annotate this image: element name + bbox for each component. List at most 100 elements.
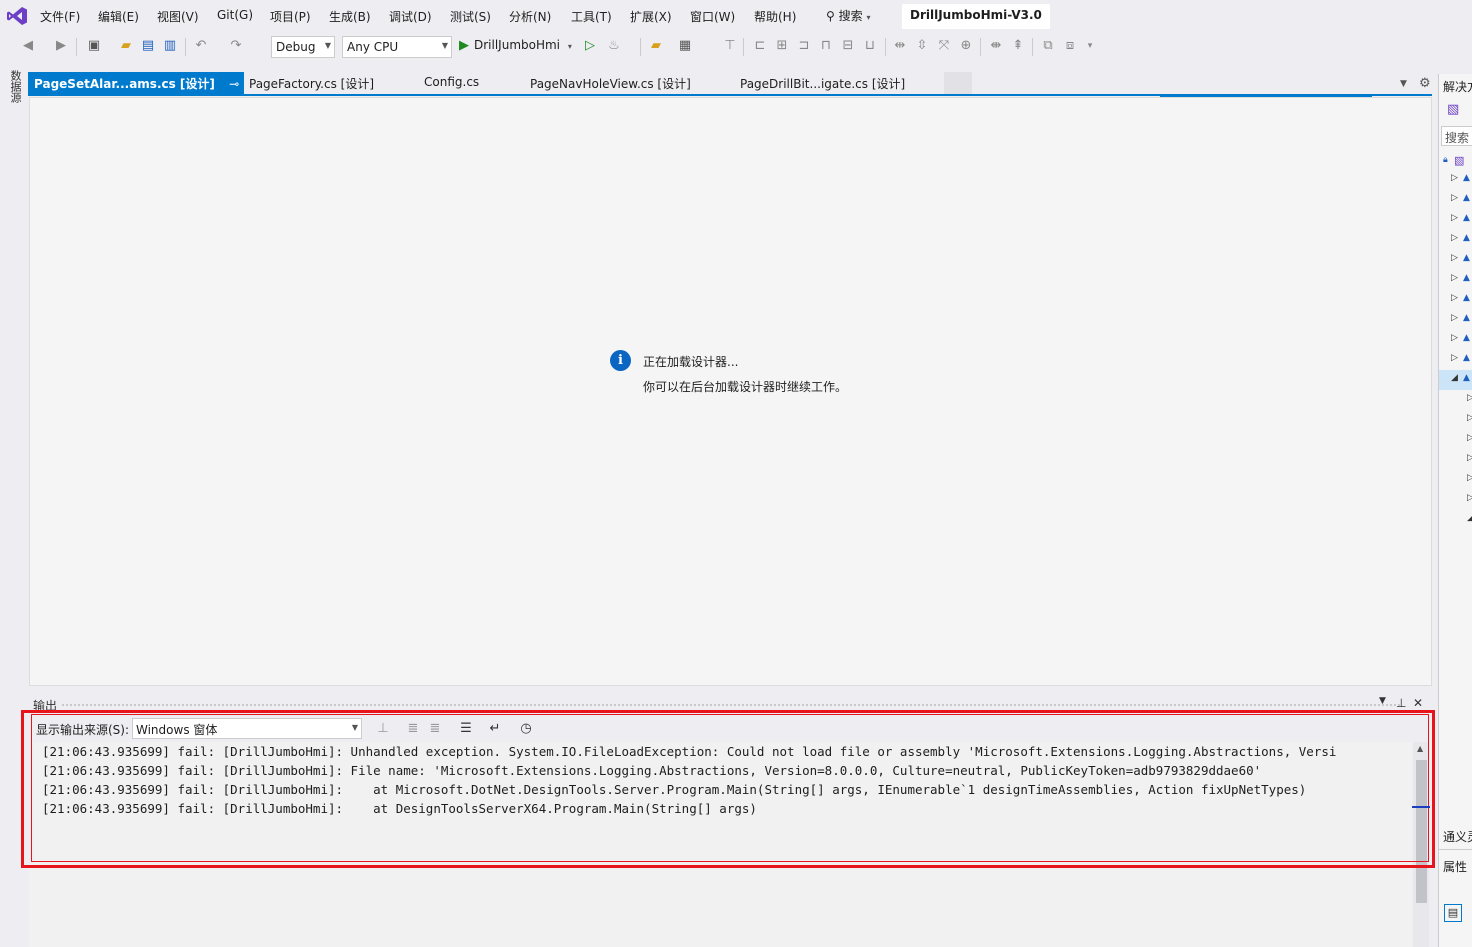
tree-item[interactable]: ▷ ▲ bbox=[1439, 210, 1472, 230]
save-icon[interactable]: ▤ bbox=[140, 38, 156, 54]
horizontal-spacing-icon[interactable]: ⇼ bbox=[988, 38, 1004, 54]
bring-to-front-icon[interactable]: ⧉ bbox=[1040, 38, 1056, 54]
tree-item-child[interactable]: ▷ bbox=[1439, 450, 1472, 470]
menu-window[interactable]: 窗口(W) bbox=[690, 8, 735, 25]
make-same-height-icon[interactable]: ⇳ bbox=[914, 38, 930, 54]
scrollbar-thumb[interactable] bbox=[1416, 760, 1427, 903]
output-source-select[interactable]: Windows 窗体 ▼ bbox=[132, 718, 362, 739]
align-center-icon[interactable]: ⊞ bbox=[774, 38, 790, 54]
platform-select[interactable]: Any CPU ▼ bbox=[342, 36, 452, 58]
tree-item-child[interactable]: ▷ bbox=[1439, 430, 1472, 450]
menu-file[interactable]: 文件(F) bbox=[40, 8, 80, 25]
expand-icon[interactable]: ▷ bbox=[1451, 293, 1458, 303]
tree-item[interactable]: ▷ ▲ bbox=[1439, 270, 1472, 290]
expand-icon[interactable]: ▷ bbox=[1451, 233, 1458, 243]
tab-list-dropdown-icon[interactable]: ▼ bbox=[1400, 79, 1407, 89]
visual-studio-logo-icon[interactable] bbox=[6, 5, 28, 27]
undo-icon[interactable]: ↶ bbox=[193, 38, 209, 54]
align-right-icon[interactable]: ⊐ bbox=[796, 38, 812, 54]
tree-item-child[interactable]: ▷ bbox=[1439, 490, 1472, 510]
tree-item[interactable]: ▷ ▲ bbox=[1439, 230, 1472, 250]
make-same-width-icon[interactable]: ⇹ bbox=[892, 38, 908, 54]
vertical-spacing-icon[interactable]: ⇞ bbox=[1010, 38, 1026, 54]
expand-icon[interactable]: ▷ bbox=[1451, 353, 1458, 363]
menu-analyze[interactable]: 分析(N) bbox=[509, 8, 551, 25]
save-all-icon[interactable]: ▥ bbox=[162, 38, 178, 54]
tree-item[interactable]: ▷ ▲ bbox=[1439, 330, 1472, 350]
clear-all-icon[interactable]: ☰ bbox=[458, 721, 474, 737]
align-top-icon[interactable]: ⊓ bbox=[818, 38, 834, 54]
menu-project[interactable]: 项目(P) bbox=[270, 8, 311, 25]
output-text-area[interactable]: [21:06:43.935699] fail: [DrillJumboHmi]:… bbox=[34, 742, 1412, 946]
tree-item[interactable]: ▷ ▲ bbox=[1439, 290, 1472, 310]
tree-item[interactable]: ▷ ▲ bbox=[1439, 190, 1472, 210]
output-vertical-scrollbar[interactable]: ▲ bbox=[1413, 742, 1429, 947]
menu-build[interactable]: 生成(B) bbox=[329, 8, 371, 25]
collapse-icon[interactable]: ◢ bbox=[1451, 373, 1458, 383]
toolbar-overflow-icon[interactable]: ▾ bbox=[1082, 38, 1098, 54]
next-message-icon[interactable]: ≣ bbox=[427, 721, 443, 737]
close-icon[interactable]: ✕ bbox=[1413, 696, 1423, 710]
tree-item[interactable]: ▷ ▲ bbox=[1439, 350, 1472, 370]
tree-item[interactable]: ▷ ▲ bbox=[1439, 170, 1472, 190]
align-middle-icon[interactable]: ⊟ bbox=[840, 38, 856, 54]
collapse-icon[interactable]: ◢ bbox=[1467, 513, 1472, 523]
expand-icon[interactable]: ▷ bbox=[1451, 273, 1458, 283]
folder-browse-icon[interactable]: ▰ bbox=[648, 38, 664, 54]
menu-extensions[interactable]: 扩展(X) bbox=[630, 8, 672, 25]
tab-pagedrillbitigate-designer[interactable]: PageDrillBit...igate.cs [设计] bbox=[734, 72, 911, 94]
pin-icon[interactable]: ⊸ bbox=[229, 77, 239, 91]
data-sources-tab[interactable]: 数据源 bbox=[7, 70, 23, 103]
tab-pagefactory-designer[interactable]: PageFactory.cs [设计] bbox=[243, 72, 380, 94]
tree-item[interactable]: ▷ ▲ bbox=[1439, 310, 1472, 330]
layout-icon[interactable]: ▦ bbox=[677, 38, 693, 54]
redo-icon[interactable]: ↷ bbox=[228, 38, 244, 54]
tree-item-child[interactable]: ▷ bbox=[1439, 410, 1472, 430]
expand-icon[interactable]: ▷ bbox=[1451, 313, 1458, 323]
tree-item[interactable]: ▷ ▲ bbox=[1439, 250, 1472, 270]
menu-test[interactable]: 测试(S) bbox=[450, 8, 491, 25]
drag-handle[interactable] bbox=[61, 703, 1401, 707]
configuration-select[interactable]: Debug ▼ bbox=[271, 36, 335, 58]
start-debugging-button[interactable]: ▶ DrillJumboHmi ▾ bbox=[459, 38, 572, 53]
expand-icon[interactable]: ▷ bbox=[1451, 213, 1458, 223]
back-icon[interactable]: ◀ bbox=[20, 38, 36, 54]
menu-git[interactable]: Git(G) bbox=[217, 8, 253, 22]
clock-icon[interactable]: ◷ bbox=[518, 721, 534, 737]
search-menu[interactable]: ⚲ 搜索 ▾ bbox=[826, 7, 870, 24]
expand-icon[interactable]: ▷ bbox=[1451, 193, 1458, 203]
expand-icon[interactable]: ▷ bbox=[1467, 393, 1472, 403]
tree-item-selected[interactable]: ◢ ▲ bbox=[1439, 370, 1472, 390]
expand-icon[interactable]: ▷ bbox=[1467, 413, 1472, 423]
align-left-icon[interactable]: ⊏ bbox=[752, 38, 768, 54]
expand-icon[interactable]: ▷ bbox=[1467, 433, 1472, 443]
open-folder-icon[interactable]: ▰ bbox=[118, 38, 134, 54]
tongyi-tab[interactable]: 通义灵 bbox=[1443, 828, 1472, 845]
menu-view[interactable]: 视图(V) bbox=[157, 8, 199, 25]
hot-reload-icon[interactable]: ♨ bbox=[606, 38, 622, 54]
tab-pagenavholeview-designer[interactable]: PageNavHoleView.cs [设计] bbox=[524, 72, 697, 94]
menu-debug[interactable]: 调试(D) bbox=[389, 8, 432, 25]
expand-icon[interactable]: ▷ bbox=[1467, 473, 1472, 483]
expand-icon[interactable]: ▷ bbox=[1451, 253, 1458, 263]
gear-icon[interactable]: ⚙ bbox=[1419, 76, 1431, 91]
expand-icon[interactable]: ▷ bbox=[1467, 493, 1472, 503]
menu-help[interactable]: 帮助(H) bbox=[754, 8, 796, 25]
tab-config[interactable]: Config.cs bbox=[418, 72, 485, 94]
previous-message-icon[interactable]: ≣ bbox=[405, 721, 421, 737]
size-to-grid-icon[interactable]: ⊕ bbox=[958, 38, 974, 54]
categorized-view-icon[interactable]: ▤ bbox=[1444, 904, 1462, 922]
pin-icon[interactable]: ⊥ bbox=[1396, 696, 1406, 710]
switch-views-icon[interactable]: ▧ bbox=[1447, 102, 1459, 117]
find-message-icon[interactable]: ⊥ bbox=[375, 721, 391, 737]
toggle-word-wrap-icon[interactable]: ↵ bbox=[487, 721, 503, 737]
tree-item-child[interactable]: ◢ bbox=[1439, 510, 1472, 530]
new-project-icon[interactable]: ▣ bbox=[86, 38, 102, 54]
solution-search-input[interactable]: 搜索 bbox=[1441, 126, 1472, 146]
tree-item-child[interactable]: ▷ bbox=[1439, 470, 1472, 490]
align-bottom-icon[interactable]: ⊔ bbox=[862, 38, 878, 54]
tree-item-child[interactable]: ▷ bbox=[1439, 390, 1472, 410]
start-without-debugging-icon[interactable]: ▷ bbox=[582, 38, 598, 54]
expand-icon[interactable]: ▷ bbox=[1451, 333, 1458, 343]
designer-surface[interactable]: i 正在加载设计器... 你可以在后台加载设计器时继续工作。 bbox=[29, 97, 1432, 686]
